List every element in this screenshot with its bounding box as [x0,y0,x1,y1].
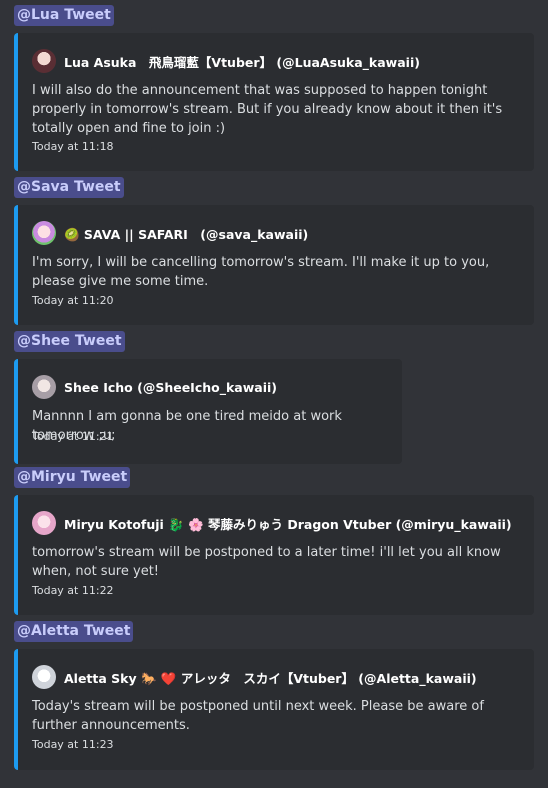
embed-author[interactable]: 🥝 SAVA || SAFARI (@sava_kawaii) [32,221,308,245]
tweet-text: tomorrow's stream will be postponed to a… [32,545,501,579]
embed-author[interactable]: Miryu Kotofuji 🐉 🌸 琴藤みりゅう Dragon Vtuber … [32,511,512,535]
embed-author[interactable]: Shee Icho (@SheeIcho_kawaii) [32,375,277,399]
mention-lua-tweet[interactable]: @Lua Tweet [14,5,114,26]
shee-avatar-icon [32,375,56,399]
timestamp: Today at 11:23 [32,738,114,751]
tweet-embed-aletta: Aletta Sky 🐎 ❤️ アレッタ スカイ【Vtuber】 (@Alett… [14,649,534,770]
timestamp: Today at 11:22 [32,584,114,597]
tweet-text: I will also do the announcement that was… [32,83,503,136]
embed-author[interactable]: Lua Asuka 飛鳥瑠藍【Vtuber】 (@LuaAsuka_kawaii… [32,49,420,73]
tweet-embed-shee: Shee Icho (@SheeIcho_kawaii) Mannnn I am… [14,359,402,464]
sava-avatar-icon [32,221,56,245]
timestamp: Today at 11:21 [32,430,114,443]
mention-sava-tweet[interactable]: @Sava Tweet [14,177,124,198]
tweet-embed-miryu: Miryu Kotofuji 🐉 🌸 琴藤みりゅう Dragon Vtuber … [14,495,534,615]
mention-aletta-tweet[interactable]: @Aletta Tweet [14,621,134,642]
mention-miryu-tweet[interactable]: @Miryu Tweet [14,467,131,488]
tweet-text: I'm sorry, I will be cancelling tomorrow… [32,255,490,289]
lua-avatar-icon [32,49,56,73]
author-name[interactable]: Miryu Kotofuji 🐉 🌸 琴藤みりゅう Dragon Vtuber … [64,514,512,533]
mention-shee-tweet[interactable]: @Shee Tweet [14,331,125,352]
author-name[interactable]: Shee Icho (@SheeIcho_kawaii) [64,380,277,395]
embed-author[interactable]: Aletta Sky 🐎 ❤️ アレッタ スカイ【Vtuber】 (@Alett… [32,665,477,689]
author-name[interactable]: Lua Asuka 飛鳥瑠藍【Vtuber】 (@LuaAsuka_kawaii… [64,52,420,71]
tweet-text: Today's stream will be postponed until n… [32,699,484,733]
miryu-avatar-icon [32,511,56,535]
author-name[interactable]: 🥝 SAVA || SAFARI (@sava_kawaii) [64,224,308,243]
tweet-embed-sava: 🥝 SAVA || SAFARI (@sava_kawaii) I'm sorr… [14,205,534,325]
timestamp: Today at 11:18 [32,140,114,153]
author-name[interactable]: Aletta Sky 🐎 ❤️ アレッタ スカイ【Vtuber】 (@Alett… [64,668,477,687]
aletta-avatar-icon [32,665,56,689]
tweet-embed-lua: Lua Asuka 飛鳥瑠藍【Vtuber】 (@LuaAsuka_kawaii… [14,33,534,171]
message-feed: @Lua Tweet Lua Asuka 飛鳥瑠藍【Vtuber】 (@LuaA… [0,0,548,788]
timestamp: Today at 11:20 [32,294,114,307]
